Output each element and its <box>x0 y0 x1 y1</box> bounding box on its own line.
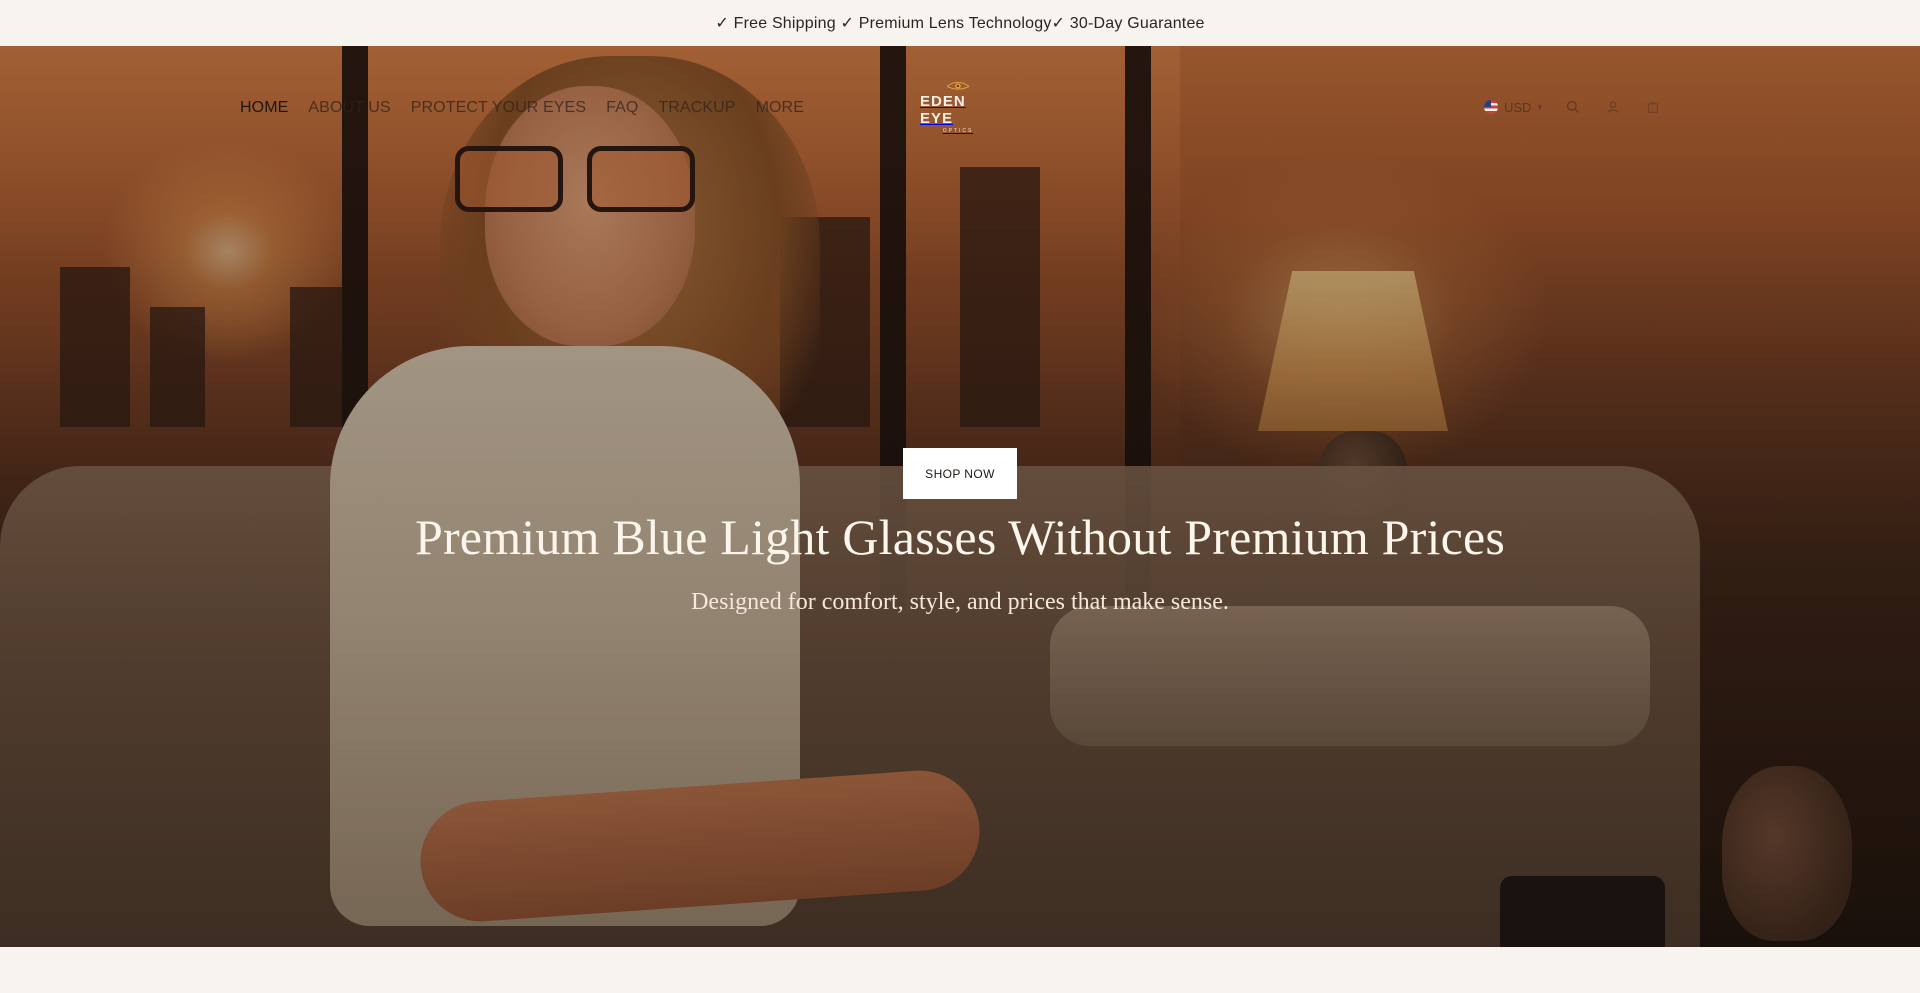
search-icon[interactable] <box>1564 98 1582 116</box>
eye-logo-icon <box>946 81 970 90</box>
nav-more[interactable]: MORE <box>756 99 804 117</box>
nav-protect-your-eyes[interactable]: PROTECT YOUR EYES <box>411 99 586 117</box>
logo-subtitle: OPTICS <box>942 128 974 134</box>
nav-home[interactable]: HOME <box>240 99 288 117</box>
account-icon[interactable] <box>1604 98 1622 116</box>
announcement-bar: ✓ Free Shipping ✓ Premium Lens Technolog… <box>0 0 1920 46</box>
shop-now-button[interactable]: SHOP NOW <box>903 448 1017 499</box>
main-nav: HOME ABOUT US PROTECT YOUR EYES FAQ TRAC… <box>240 97 804 119</box>
chevron-down-icon: ▾ <box>1537 101 1542 112</box>
nav-about-us[interactable]: ABOUT US <box>308 99 390 117</box>
currency-label: USD <box>1504 99 1532 115</box>
currency-selector[interactable]: USD ▾ <box>1484 100 1542 115</box>
site-logo[interactable]: EDEN EYE OPTICS <box>920 80 996 134</box>
page-section-below-hero <box>0 947 1920 993</box>
us-flag-icon <box>1484 100 1498 114</box>
hero-headline: Premium Blue Light Glasses Without Premi… <box>414 509 1506 565</box>
nav-faq[interactable]: FAQ <box>606 99 638 117</box>
cart-icon[interactable] <box>1644 98 1662 116</box>
nav-trackup[interactable]: TRACKUP <box>658 99 735 117</box>
header-utilities: USD ▾ <box>1484 96 1662 118</box>
announcement-text: ✓ Free Shipping ✓ Premium Lens Technolog… <box>715 15 1205 32</box>
logo-wordmark: EDEN EYE <box>920 93 966 127</box>
hero-subheadline: Designed for comfort, style, and prices … <box>691 589 1229 615</box>
